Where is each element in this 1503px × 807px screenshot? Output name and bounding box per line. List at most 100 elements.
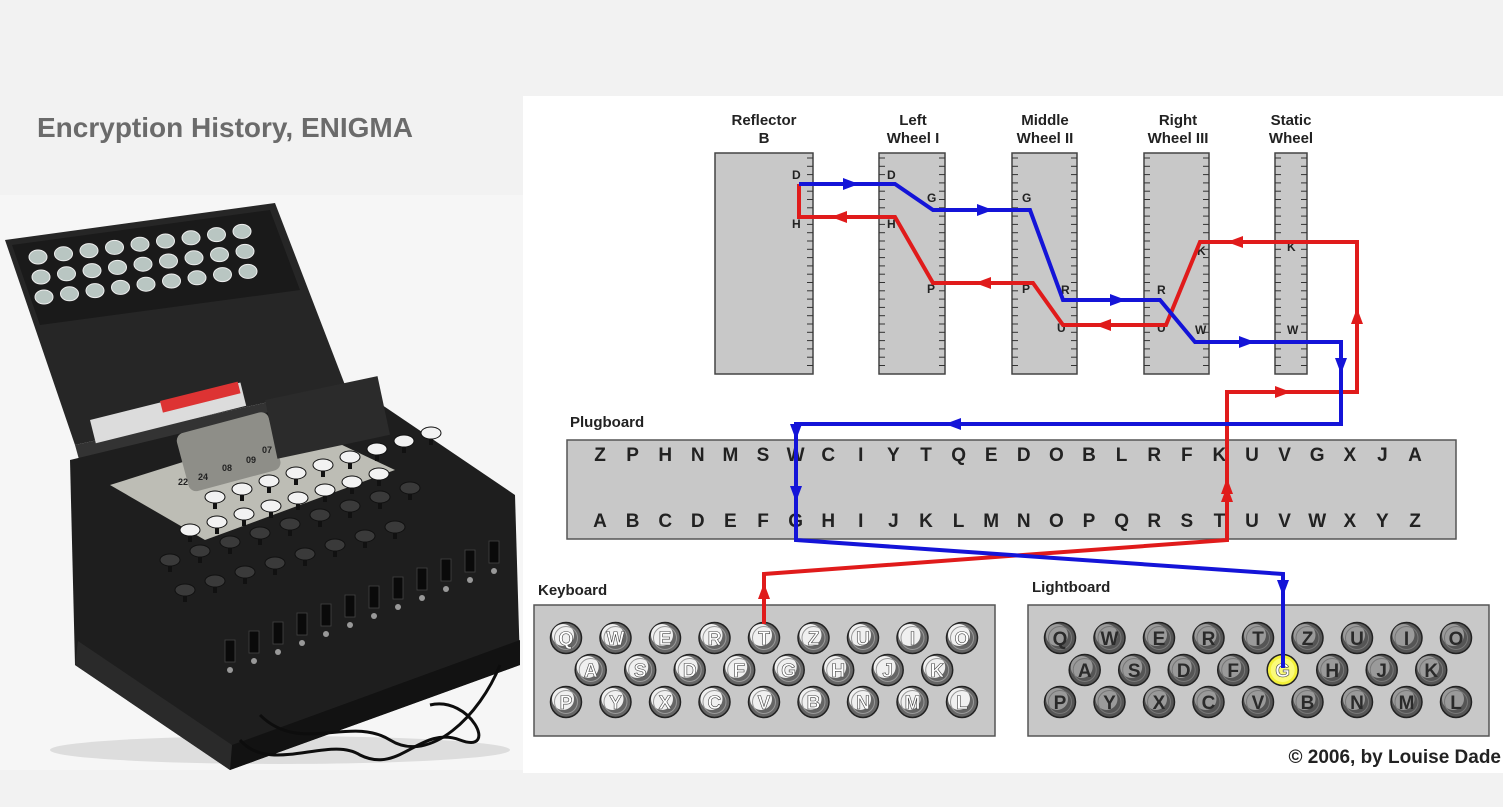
key-k[interactable]: K — [920, 653, 954, 687]
key-d[interactable]: D — [673, 653, 706, 687]
plug-letter: J — [1377, 445, 1388, 466]
key-q[interactable]: Q — [549, 621, 583, 655]
key-letter: P — [1054, 693, 1067, 714]
key-r[interactable]: R — [698, 621, 731, 655]
lamp-h: H — [1315, 653, 1349, 687]
key-w[interactable]: W — [599, 621, 632, 655]
key-letter: B — [1301, 693, 1315, 714]
key-letter: Q — [559, 629, 574, 650]
key-g[interactable]: G — [772, 653, 805, 687]
key-t[interactable]: T — [747, 621, 781, 655]
plug-letter: Y — [1376, 511, 1389, 532]
key-letter: M — [1399, 693, 1415, 714]
key-e[interactable]: E — [648, 621, 682, 655]
plug-letter: D — [691, 511, 705, 532]
lamp-e: E — [1142, 621, 1176, 655]
plug-letter: L — [953, 511, 965, 532]
key-h[interactable]: H — [821, 653, 855, 687]
key-p[interactable]: P — [549, 685, 583, 719]
key-v[interactable]: V — [747, 685, 781, 719]
keyboard-label: Keyboard — [538, 582, 607, 599]
lamp-o: O — [1439, 621, 1473, 655]
key-y[interactable]: Y — [599, 685, 632, 719]
rotor-number: 08 — [222, 463, 232, 473]
plug-letter: G — [1310, 445, 1325, 466]
plugboard-label: Plugboard — [570, 414, 644, 431]
key-letter: T — [758, 629, 770, 650]
key-letter: Y — [1103, 693, 1116, 714]
key-z[interactable]: Z — [797, 621, 830, 655]
key-letter: P — [560, 693, 573, 714]
key-letter: U — [856, 629, 870, 650]
plug-letter: Y — [887, 445, 900, 466]
plug-letter: L — [1116, 445, 1128, 466]
plug-letter: E — [724, 511, 737, 532]
rotor-title: Right — [1159, 112, 1197, 129]
key-c[interactable]: C — [698, 685, 731, 719]
key-n[interactable]: N — [846, 685, 880, 719]
slide-title: Encryption History, ENIGMA — [37, 112, 413, 143]
plug-letter: V — [1278, 445, 1291, 466]
plug-letter: Z — [594, 445, 606, 466]
key-u[interactable]: U — [846, 621, 880, 655]
plug-letter: U — [1245, 511, 1259, 532]
key-letter: C — [1202, 693, 1216, 714]
rotor-title: Left — [899, 112, 927, 129]
rotor-number: 24 — [198, 472, 208, 482]
key-b[interactable]: B — [797, 685, 830, 719]
enigma-machine-photo: 22 24 08 09 07 — [0, 195, 523, 770]
plug-letter: X — [1343, 511, 1356, 532]
plug-letter: B — [1082, 445, 1096, 466]
lamp-r: R — [1192, 621, 1225, 655]
plug-letter: O — [1049, 445, 1064, 466]
lamp-n: N — [1340, 685, 1374, 719]
key-i[interactable]: I — [896, 621, 929, 655]
lamp-k: K — [1414, 653, 1448, 687]
key-letter: Z — [1302, 629, 1314, 650]
rotor-contact-letter: H — [792, 217, 801, 231]
key-j[interactable]: J — [871, 653, 904, 687]
plug-letter: U — [1245, 445, 1259, 466]
rotor-contact-letter: R — [1157, 283, 1166, 297]
key-letter: O — [1449, 629, 1464, 650]
plug-letter: R — [1147, 511, 1161, 532]
rotor-subtitle: Wheel I — [887, 130, 940, 147]
plug-letter: S — [757, 445, 770, 466]
plug-letter: S — [1180, 511, 1193, 532]
key-letter: X — [1153, 693, 1166, 714]
key-o[interactable]: O — [945, 621, 979, 655]
key-l[interactable]: L — [945, 685, 979, 719]
plug-letter: I — [858, 511, 863, 532]
rotor-title: Middle — [1021, 112, 1069, 129]
plug-letter: P — [626, 445, 639, 466]
key-letter: W — [1101, 629, 1119, 650]
key-letter: O — [955, 629, 970, 650]
lamp-u: U — [1340, 621, 1374, 655]
key-m[interactable]: M — [896, 685, 929, 719]
rotor-contact-letter: W — [1287, 323, 1299, 337]
key-a[interactable]: A — [574, 653, 607, 687]
key-letter: I — [1404, 629, 1409, 650]
key-f[interactable]: F — [722, 653, 756, 687]
key-letter: E — [659, 629, 672, 650]
key-letter: N — [856, 693, 870, 714]
lamp-m: M — [1390, 685, 1423, 719]
rotor-title: Reflector — [731, 112, 796, 129]
lamp-b: B — [1291, 685, 1324, 719]
plug-letter: B — [626, 511, 640, 532]
key-letter: A — [584, 661, 598, 682]
key-x[interactable]: X — [648, 685, 682, 719]
plug-letter: X — [1343, 445, 1356, 466]
lamp-z: Z — [1291, 621, 1324, 655]
lamp-j: J — [1365, 653, 1398, 687]
key-s[interactable]: S — [623, 653, 657, 687]
key-letter: X — [659, 693, 672, 714]
key-letter: K — [930, 661, 944, 682]
plug-letter: F — [757, 511, 769, 532]
key-letter: I — [910, 629, 915, 650]
lamp-q: Q — [1043, 621, 1077, 655]
plug-letter: J — [888, 511, 899, 532]
plug-letter: M — [983, 511, 999, 532]
plug-letter: F — [1181, 445, 1193, 466]
plug-letter: K — [919, 511, 933, 532]
